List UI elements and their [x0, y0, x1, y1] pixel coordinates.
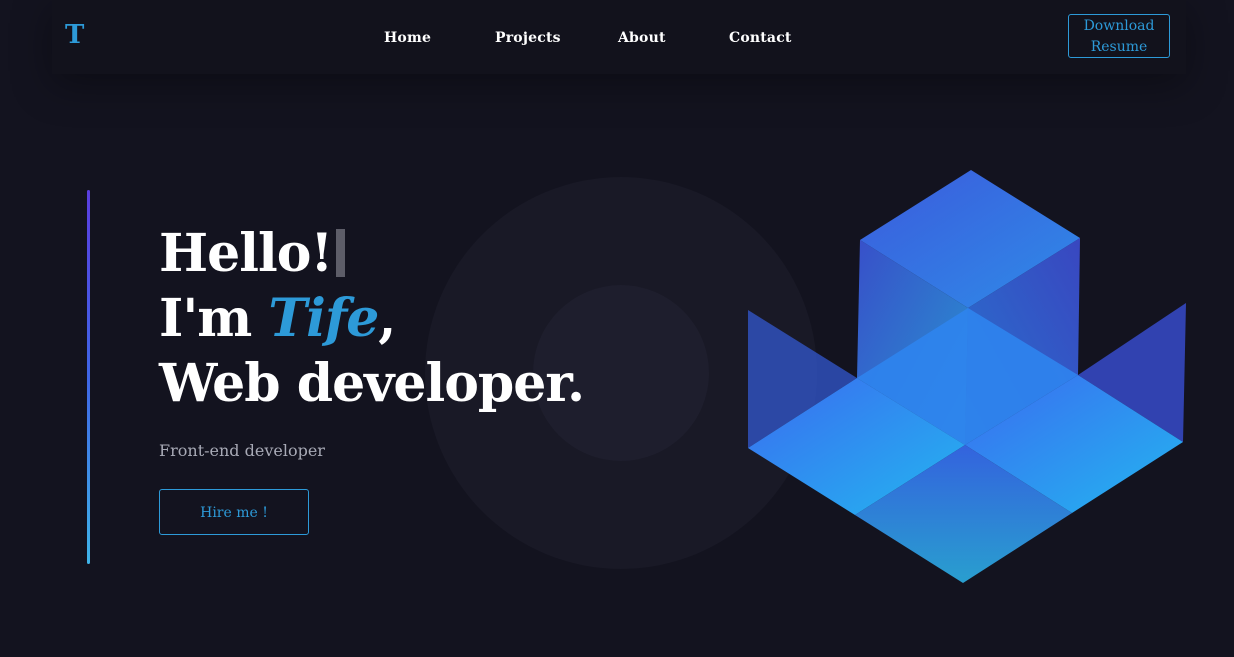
nav-link-home[interactable]: Home — [384, 29, 431, 47]
download-resume-label-line2: Resume — [1090, 39, 1148, 55]
hire-me-button[interactable]: Hire me ! — [159, 489, 309, 535]
download-resume-button[interactable]: Download Resume — [1068, 14, 1170, 58]
hero-intro-suffix: , — [378, 288, 396, 349]
nav-link-contact[interactable]: Contact — [729, 29, 792, 47]
hero-intro: I'm Tife, — [159, 293, 396, 345]
hero-name: Tife — [268, 288, 379, 349]
hero-subtitle: Front-end developer — [159, 441, 325, 460]
page: T Home Projects About Contact Download R… — [0, 0, 1234, 657]
accent-line — [87, 190, 90, 564]
logo[interactable]: T — [65, 22, 84, 48]
nav-link-projects[interactable]: Projects — [495, 29, 561, 47]
hero-role: Web developer. — [159, 353, 585, 414]
download-resume-label-line1: Download — [1083, 18, 1155, 34]
hero-greeting-text: Hello! — [159, 223, 333, 284]
nav-link-about[interactable]: About — [618, 29, 666, 47]
isometric-cubes-icon — [748, 170, 1186, 583]
hero-intro-prefix: I'm — [159, 288, 269, 349]
navbar: T Home Projects About Contact Download R… — [52, 0, 1186, 74]
hero-greeting: Hello! — [159, 228, 346, 280]
text-cursor-icon — [336, 229, 346, 277]
